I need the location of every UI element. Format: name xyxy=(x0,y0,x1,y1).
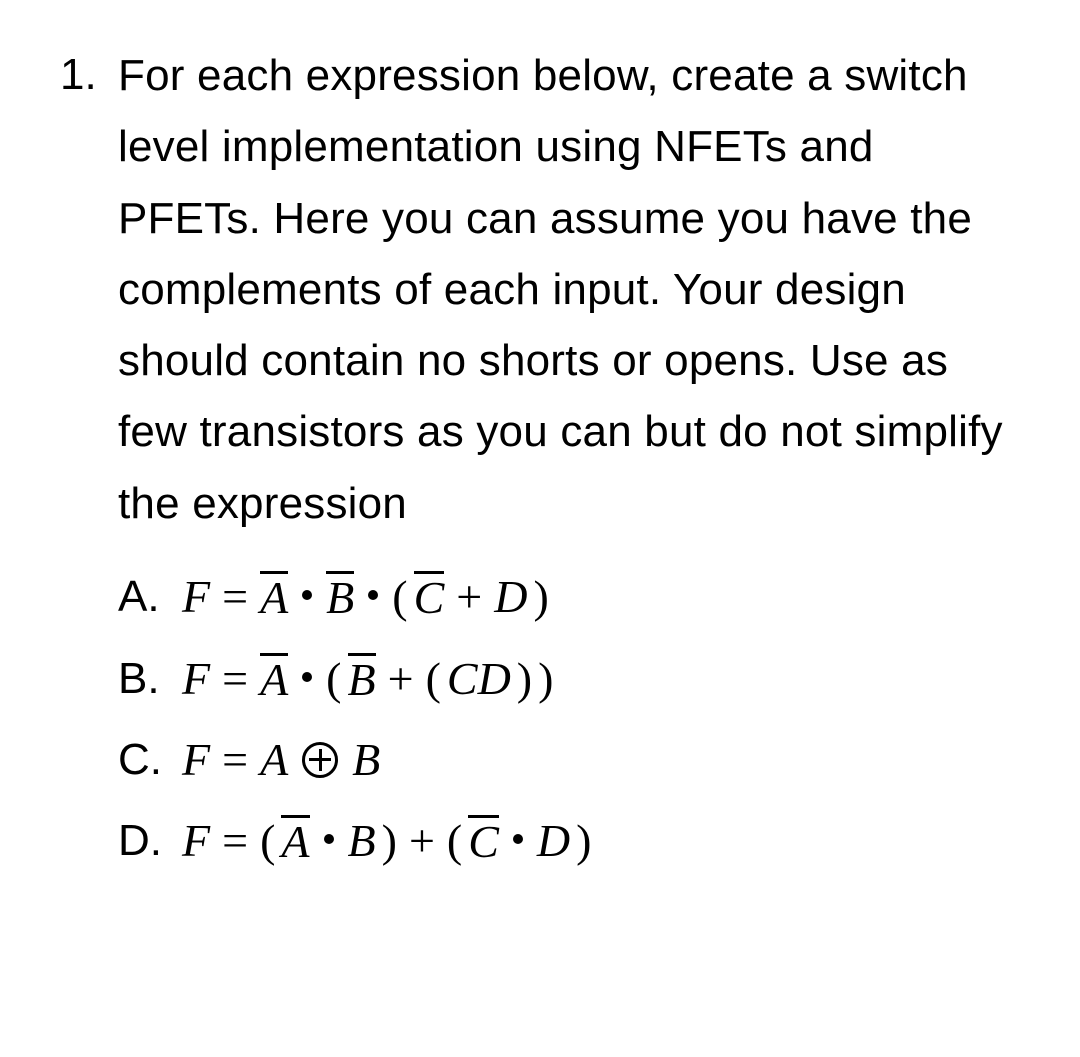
var-D: D xyxy=(537,818,570,864)
expression-b: F = A ( B + ( CD ) ) xyxy=(182,655,553,703)
option-letter: C. xyxy=(118,738,182,782)
var-F: F xyxy=(182,656,210,702)
var-F: F xyxy=(182,574,210,620)
equals: = xyxy=(216,737,254,783)
var-A: A xyxy=(281,816,309,867)
problem-prompt: For each expression below, create a swit… xyxy=(118,40,1020,539)
plus: + xyxy=(382,656,420,702)
lparen: ( xyxy=(392,574,407,620)
expression-d: F = ( A B ) + ( C D ) xyxy=(182,817,591,865)
rparen: ) xyxy=(517,656,532,702)
equals: = xyxy=(216,656,254,702)
plus: + xyxy=(450,574,488,620)
page: 1. For each expression below, create a s… xyxy=(0,0,1080,1057)
option-letter: A. xyxy=(118,575,182,619)
overline-C: C xyxy=(414,573,445,621)
option-c: C. F = A B xyxy=(118,737,1020,783)
lparen: ( xyxy=(260,818,275,864)
option-letter: B. xyxy=(118,657,182,701)
overline-A: A xyxy=(260,655,288,703)
var-A: A xyxy=(260,654,288,705)
var-C: C xyxy=(414,572,445,623)
overline-A: A xyxy=(281,817,309,865)
problem-number: 1. xyxy=(60,40,118,110)
overline-B: B xyxy=(348,655,376,703)
overline-A: A xyxy=(260,573,288,621)
option-a: A. F = A B ( C + D ) xyxy=(118,573,1020,621)
problem-body: For each expression below, create a swit… xyxy=(118,40,1020,899)
option-letter: D. xyxy=(118,819,182,863)
overline-C: C xyxy=(468,817,499,865)
expression-c: F = A B xyxy=(182,737,380,783)
equals: = xyxy=(216,574,254,620)
var-A: A xyxy=(260,737,288,783)
option-d: D. F = ( A B ) + ( C D ) xyxy=(118,817,1020,865)
plus: + xyxy=(403,818,441,864)
var-C: C xyxy=(468,816,499,867)
problem-1: 1. For each expression below, create a s… xyxy=(60,40,1020,899)
lparen: ( xyxy=(326,656,341,702)
expression-a: F = A B ( C + D ) xyxy=(182,573,549,621)
var-B: B xyxy=(326,572,354,623)
rparen: ) xyxy=(538,656,553,702)
rparen: ) xyxy=(533,574,548,620)
lparen: ( xyxy=(447,818,462,864)
and-dot-icon xyxy=(324,834,334,844)
var-B: B xyxy=(348,818,376,864)
var-B: B xyxy=(352,737,380,783)
rparen: ) xyxy=(576,818,591,864)
rparen: ) xyxy=(382,818,397,864)
var-B: B xyxy=(348,654,376,705)
xor-icon xyxy=(302,742,338,778)
equals: = xyxy=(216,818,254,864)
var-F: F xyxy=(182,818,210,864)
lparen: ( xyxy=(426,656,441,702)
var-CD: CD xyxy=(447,656,511,702)
var-F: F xyxy=(182,737,210,783)
overline-B: B xyxy=(326,573,354,621)
and-dot-icon xyxy=(368,590,378,600)
and-dot-icon xyxy=(302,672,312,682)
option-b: B. F = A ( B + ( CD ) ) xyxy=(118,655,1020,703)
options-list: A. F = A B ( C + D ) xyxy=(118,573,1020,865)
var-A: A xyxy=(260,572,288,623)
var-D: D xyxy=(494,574,527,620)
and-dot-icon xyxy=(513,834,523,844)
and-dot-icon xyxy=(302,590,312,600)
